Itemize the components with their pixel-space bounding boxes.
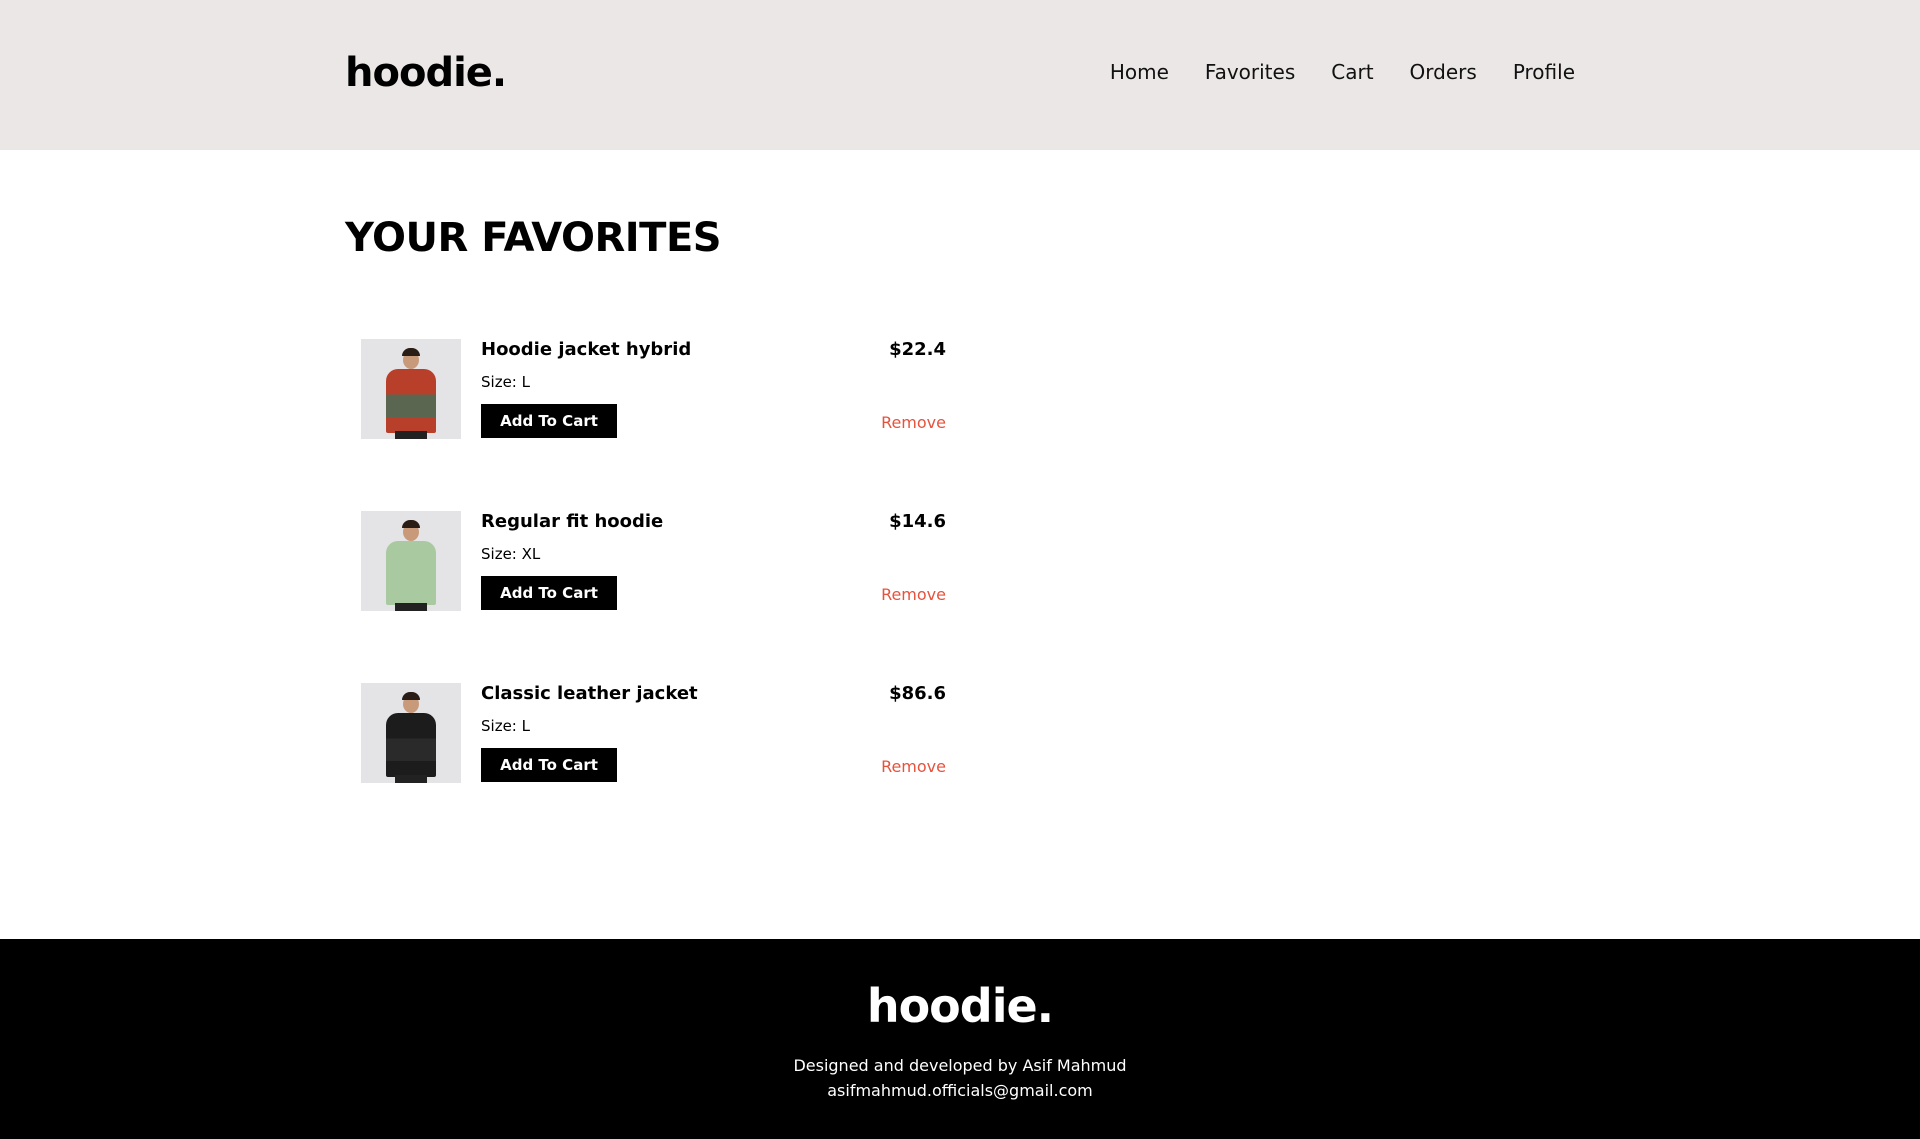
nav-profile[interactable]: Profile — [1513, 60, 1575, 84]
nav-favorites[interactable]: Favorites — [1205, 60, 1295, 84]
product-size: Size: L — [481, 373, 530, 391]
add-to-cart-button[interactable]: Add To Cart — [481, 748, 617, 782]
product-image[interactable] — [361, 511, 461, 611]
product-name[interactable]: Classic leather jacket — [481, 683, 698, 704]
footer-logo: hoodie. — [866, 979, 1054, 1033]
footer-email[interactable]: asifmahmud.officials@gmail.com — [0, 1081, 1920, 1100]
page-title: YOUR FAVORITES — [345, 215, 722, 261]
remove-button[interactable]: Remove — [881, 757, 946, 776]
product-image[interactable] — [361, 339, 461, 439]
footer-credit: Designed and developed by Asif Mahmud — [793, 1056, 1127, 1075]
add-to-cart-button[interactable]: Add To Cart — [481, 576, 617, 610]
product-size: Size: XL — [481, 545, 541, 563]
remove-button[interactable]: Remove — [881, 585, 946, 604]
product-size: Size: L — [481, 717, 530, 735]
site-header: hoodie. Home Favorites Cart Orders Profi… — [0, 0, 1920, 150]
nav-cart[interactable]: Cart — [1331, 60, 1373, 84]
add-to-cart-button[interactable]: Add To Cart — [481, 404, 617, 438]
product-price: $14.6 — [889, 511, 946, 532]
logo[interactable]: hoodie. — [345, 50, 507, 96]
product-image[interactable] — [361, 683, 461, 783]
nav-orders[interactable]: Orders — [1410, 60, 1477, 84]
product-price: $86.6 — [889, 683, 946, 704]
site-footer: hoodie. Designed and developed by Asif M… — [0, 939, 1920, 1139]
product-price: $22.4 — [889, 339, 946, 360]
main-nav: Home Favorites Cart Orders Profile — [1110, 60, 1575, 84]
favorite-item: Classic leather jacket Size: L Add To Ca… — [361, 683, 946, 783]
product-name[interactable]: Regular fit hoodie — [481, 511, 663, 532]
remove-button[interactable]: Remove — [881, 413, 946, 432]
favorite-item: Regular fit hoodie Size: XL Add To Cart … — [361, 511, 946, 611]
product-name[interactable]: Hoodie jacket hybrid — [481, 339, 691, 360]
favorite-item: Hoodie jacket hybrid Size: L Add To Cart… — [361, 339, 946, 439]
nav-home[interactable]: Home — [1110, 60, 1169, 84]
